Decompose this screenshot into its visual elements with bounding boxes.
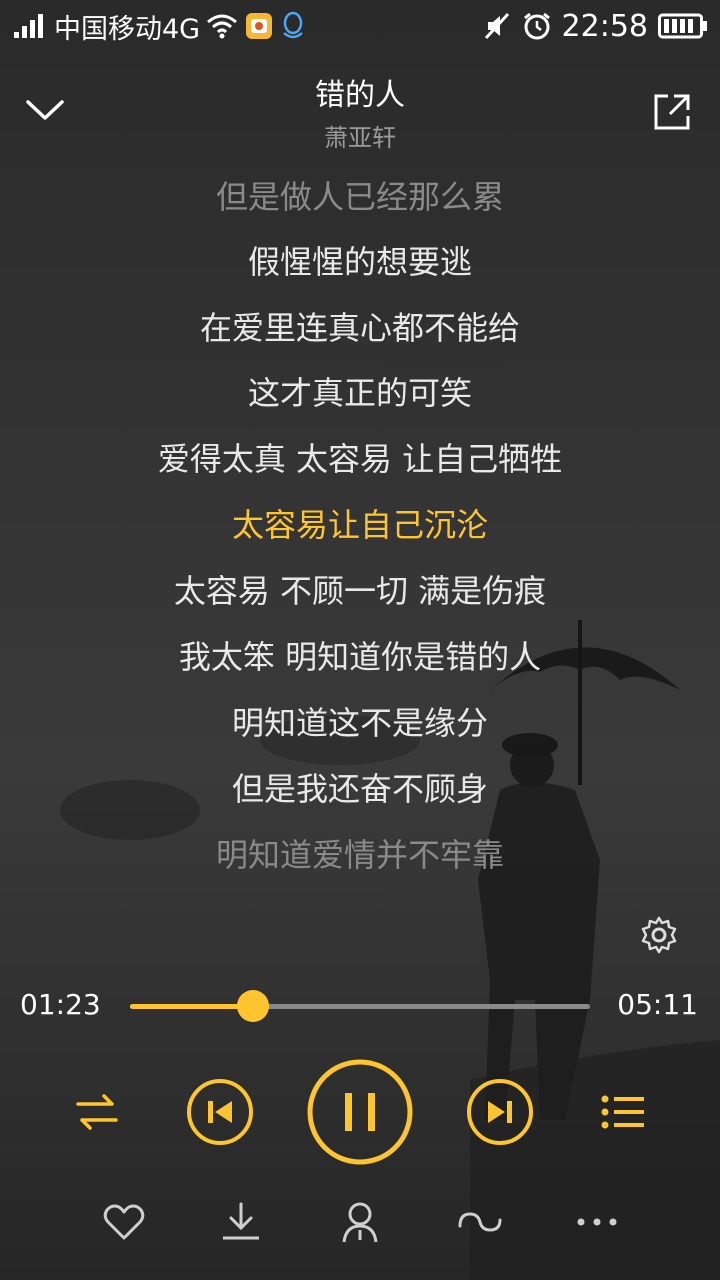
total-time: 05:11 xyxy=(617,988,698,1021)
loop-icon[interactable] xyxy=(456,1200,504,1244)
lyric-line: 明知道爱情并不牢靠 xyxy=(215,836,504,874)
playlist-icon[interactable] xyxy=(600,1094,646,1130)
alarm-icon xyxy=(523,12,550,40)
lyric-line-current: 太容易让自己沉沦 xyxy=(231,506,488,544)
gear-icon[interactable] xyxy=(638,914,680,956)
status-time: 22:58 xyxy=(561,8,648,44)
signal-icon xyxy=(14,14,43,38)
share-icon[interactable] xyxy=(650,90,694,134)
previous-icon[interactable] xyxy=(186,1078,254,1146)
heart-icon[interactable] xyxy=(102,1200,146,1244)
app-notification-icon xyxy=(246,13,273,39)
progress-slider[interactable] xyxy=(130,990,590,1022)
progress-thumb[interactable] xyxy=(236,990,269,1022)
download-icon[interactable] xyxy=(219,1200,263,1244)
lyric-line: 明知道这不是缘分 xyxy=(231,704,488,742)
lyric-line: 假惺惺的想要逃 xyxy=(247,243,472,281)
pause-icon[interactable] xyxy=(306,1058,414,1166)
player-header: 错的人 萧亚轩 xyxy=(0,60,720,160)
singer-icon[interactable] xyxy=(338,1200,382,1244)
lyric-line: 我太笨 明知道你是错的人 xyxy=(178,638,542,676)
qq-icon xyxy=(283,11,303,39)
elapsed-time: 01:23 xyxy=(20,988,101,1021)
lyric-line: 但是做人已经那么累 xyxy=(215,178,504,216)
mute-icon xyxy=(484,12,509,40)
lyric-line: 太容易 不顾一切 满是伤痕 xyxy=(173,572,547,610)
status-left: 中国移动4G xyxy=(12,8,306,45)
battery-icon xyxy=(658,13,707,39)
next-icon[interactable] xyxy=(466,1078,534,1146)
lyric-line: 爱得太真 太容易 让自己牺牲 xyxy=(157,440,563,478)
status-bar: 中国移动4G 22:58 xyxy=(0,0,720,52)
carrier-label: 中国移动4G xyxy=(54,13,201,45)
shuffle-icon[interactable] xyxy=(74,1092,120,1132)
lyric-line: 在爱里连真心都不能给 xyxy=(199,309,520,347)
lyric-line: 但是我还奋不顾身 xyxy=(231,770,488,808)
progress-fill xyxy=(130,1004,253,1009)
status-right: 22:58 xyxy=(482,8,708,44)
song-title: 错的人 xyxy=(315,78,405,113)
more-icon[interactable] xyxy=(574,1200,620,1244)
lyric-line: 这才真正的可笑 xyxy=(247,374,472,412)
wifi-icon xyxy=(207,14,238,39)
artist-name[interactable]: 萧亚轩 xyxy=(0,118,720,153)
